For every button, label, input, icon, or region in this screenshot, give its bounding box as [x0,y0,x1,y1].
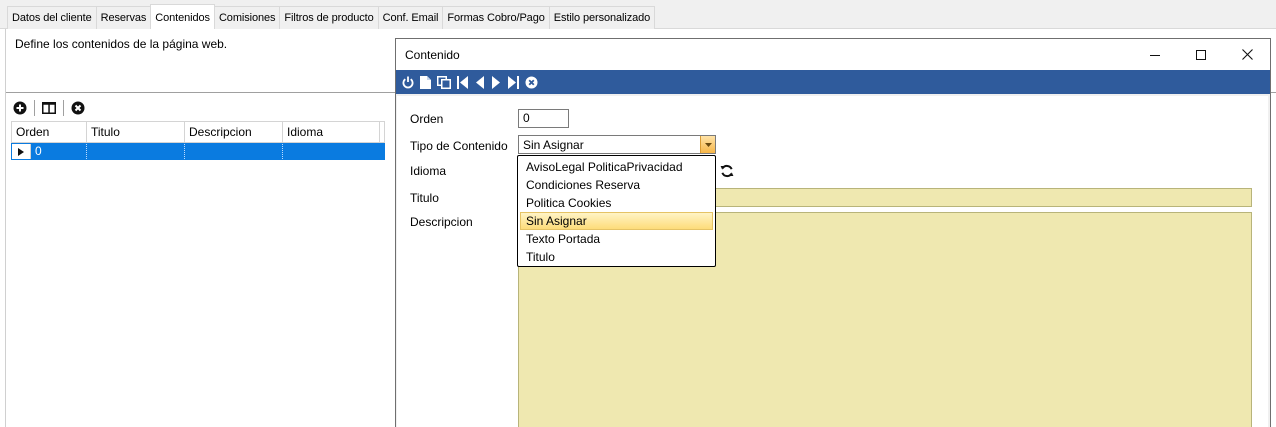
tab-strip: Datos del cliente Reservas Contenidos Co… [0,0,1276,29]
refresh-icon[interactable] [720,164,734,178]
toolbar-separator [34,100,35,116]
next-record-icon[interactable] [491,74,501,90]
delete-icon[interactable] [70,100,86,116]
dropdown-option-texto-portada[interactable]: Texto Portada [520,230,713,248]
add-icon[interactable] [12,100,28,116]
tab-conf-email[interactable]: Conf. Email [377,6,444,29]
dialog-toolbar [396,70,1270,94]
chevron-down-icon[interactable] [700,136,715,153]
tab-comisiones[interactable]: Comisiones [213,6,281,29]
row-selector-arrow-icon[interactable] [12,144,31,159]
tab-estilo-personalizado[interactable]: Estilo personalizado [548,6,656,29]
tab-reservas[interactable]: Reservas [95,6,152,29]
contents-grid: Orden Titulo Descripcion Idioma 0 [11,121,385,427]
first-record-icon[interactable] [457,74,469,90]
cell-orden[interactable]: 0 [31,144,87,159]
column-header-descripcion[interactable]: Descripcion [185,122,283,142]
column-header-titulo[interactable]: Titulo [87,122,185,142]
grid-toolbar [12,98,92,118]
tipo-contenido-label: Tipo de Contenido [410,139,508,153]
grid-header: Orden Titulo Descripcion Idioma [11,121,385,143]
dropdown-option-sin-asignar[interactable]: Sin Asignar [520,212,713,230]
columns-icon[interactable] [41,100,57,116]
tipo-contenido-combobox[interactable]: Sin Asignar [518,135,716,154]
tab-filtros-de-producto[interactable]: Filtros de producto [279,6,379,29]
last-record-icon[interactable] [507,74,519,90]
column-header-orden[interactable]: Orden [12,122,87,142]
cancel-icon[interactable] [525,74,538,90]
previous-record-icon[interactable] [475,74,485,90]
titulo-label: Titulo [410,191,439,205]
cell-idioma[interactable] [283,144,380,159]
close-button[interactable] [1224,39,1270,70]
column-header-idioma[interactable]: Idioma [283,122,380,142]
dropdown-option-condiciones-reserva[interactable]: Condiciones Reserva [520,176,713,194]
minimize-button[interactable] [1132,39,1178,70]
idioma-label: Idioma [410,164,447,178]
cell-descripcion[interactable] [185,144,283,159]
cell-titulo[interactable] [87,144,185,159]
descripcion-label: Descripcion [410,215,473,229]
toolbar-separator [63,100,64,116]
dropdown-option-aviso-legal[interactable]: AvisoLegal PoliticaPrivacidad [520,158,713,176]
tab-contenidos[interactable]: Contenidos [150,4,215,29]
tabs: Datos del cliente Reservas Contenidos Co… [7,4,656,29]
power-icon[interactable] [402,74,414,90]
dropdown-option-politica-cookies[interactable]: Politica Cookies [520,194,713,212]
tipo-contenido-dropdown-list: AvisoLegal PoliticaPrivacidad Condicione… [517,155,716,267]
copy-icon[interactable] [437,74,451,90]
tipo-contenido-value: Sin Asignar [523,138,584,152]
table-row[interactable]: 0 [11,143,385,160]
orden-label: Orden [410,112,444,126]
dialog-title: Contenido [405,48,460,62]
dropdown-option-titulo[interactable]: Titulo [520,248,713,266]
tab-formas-cobro-pago[interactable]: Formas Cobro/Pago [442,6,550,29]
tab-datos-del-cliente[interactable]: Datos del cliente [7,6,97,29]
dialog-titlebar: Contenido [396,39,1270,70]
new-document-icon[interactable] [420,74,431,90]
maximize-button[interactable] [1178,39,1224,70]
page-description: Define los contenidos de la página web. [15,37,228,51]
orden-input[interactable]: 0 [518,109,569,128]
